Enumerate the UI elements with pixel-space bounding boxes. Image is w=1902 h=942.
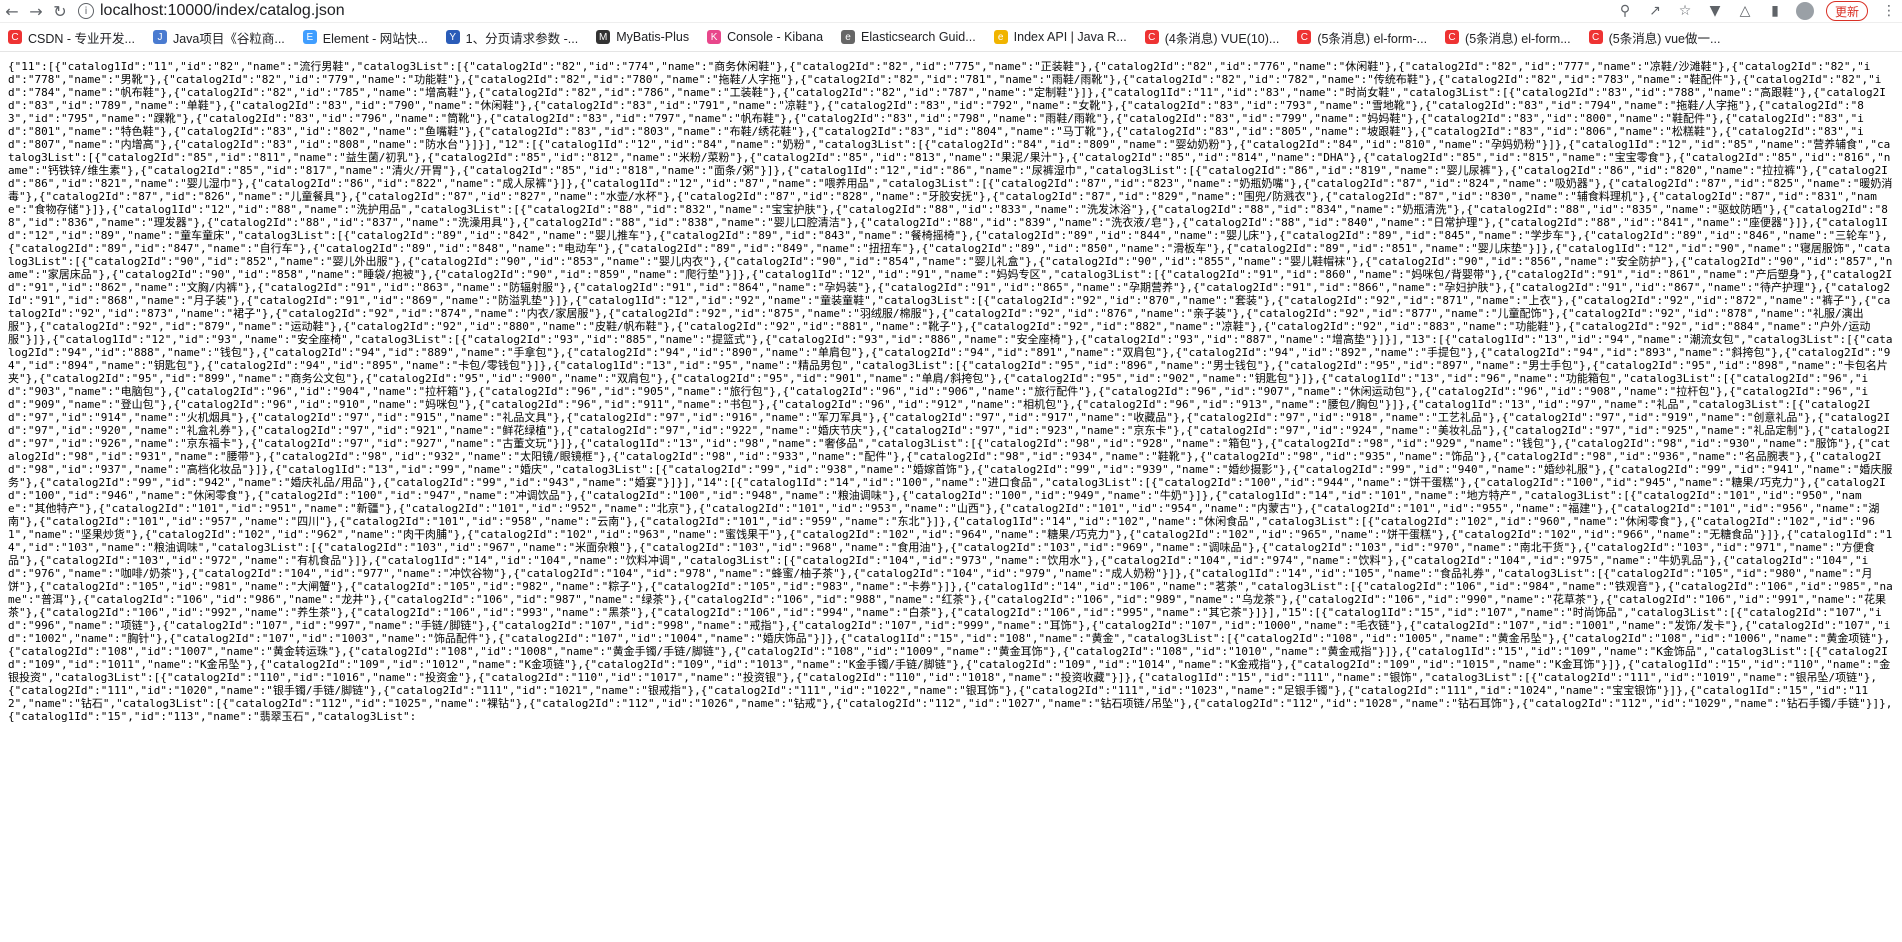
bookmarks-bar: C CSDN - 专业开发... J Java项目《谷粒商... E Element … — [0, 23, 1902, 52]
csdn-icon: C — [1144, 30, 1159, 44]
bookmark-item[interactable]: C (5条消息) el-form-... — [1297, 28, 1427, 47]
bookmark-label: (5条消息) vue做一... — [1608, 31, 1721, 46]
profile-avatar[interactable] — [1795, 2, 1814, 20]
bookmark-label: Index API | Java R... — [1013, 30, 1127, 44]
bookmark-item[interactable]: M MyBatis-Plus — [596, 30, 689, 44]
update-button[interactable]: 更新 — [1825, 1, 1868, 21]
bookmark-item[interactable]: C (4条消息) VUE(10)... — [1144, 28, 1280, 47]
elastic-icon: e — [841, 30, 856, 44]
bookmark-label: Console - Kibana — [727, 30, 824, 44]
share-icon[interactable]: ↗ — [1646, 2, 1664, 20]
elastic-icon: e — [993, 30, 1008, 44]
forward-icon[interactable]: → — [24, 0, 48, 22]
page-content: {"11":[{"catalog1Id":"11","id":"82","nam… — [0, 52, 1902, 940]
bookmark-item[interactable]: K Console - Kibana — [707, 30, 823, 44]
bookmark-item[interactable]: C (5条消息) vue做一... — [1588, 28, 1721, 47]
bookmark-label: MyBatis-Plus — [616, 30, 690, 44]
csdn-icon: C — [1445, 30, 1460, 44]
bookmark-label: Elasticsearch Guid... — [861, 30, 976, 44]
url-text[interactable]: localhost:10000/index/catalog.json — [100, 2, 345, 20]
bookmark-label: (5条消息) el-form-... — [1317, 31, 1428, 46]
bookmark-folder-icon: J — [152, 30, 167, 44]
browser-toolbar: ← → ↻ i localhost:10000/index/catalog.js… — [0, 0, 1902, 23]
zoom-icon[interactable]: ⚲ — [1616, 2, 1634, 20]
side-panel-icon[interactable]: ▮ — [1766, 2, 1784, 20]
mybatis-icon: M — [596, 30, 611, 44]
site-info-icon[interactable]: i — [78, 3, 94, 19]
extension-icon[interactable]: ▼ — [1706, 2, 1724, 20]
bookmark-label: (5条消息) el-form... — [1465, 31, 1571, 46]
kibana-icon: K — [707, 30, 722, 44]
bookmark-item[interactable]: e Index API | Java R... — [993, 30, 1127, 44]
bookmark-label: Java项目《谷粒商... — [172, 31, 285, 46]
bookmark-item[interactable]: C (5条消息) el-form... — [1445, 28, 1571, 47]
bookmark-item[interactable]: e Elasticsearch Guid... — [841, 30, 976, 44]
address-bar[interactable]: i localhost:10000/index/catalog.json — [72, 0, 1616, 22]
bookmark-star-icon[interactable]: ☆ — [1676, 2, 1694, 20]
extensions-puzzle-icon[interactable]: △ — [1736, 2, 1754, 20]
bookmark-label: 1、分页请求参数 -... — [465, 31, 579, 46]
bookmark-item[interactable]: Y 1、分页请求参数 -... — [445, 28, 579, 47]
reload-icon[interactable]: ↻ — [48, 0, 72, 22]
bookmark-item[interactable]: J Java项目《谷粒商... — [152, 28, 285, 47]
back-icon[interactable]: ← — [0, 0, 24, 22]
bookmark-label: (4条消息) VUE(10)... — [1164, 31, 1280, 46]
doc-icon: Y — [445, 30, 460, 44]
json-response-text: {"11":[{"catalog1Id":"11","id":"82","nam… — [8, 60, 1893, 723]
toolbar-actions: ⚲ ↗ ☆ ▼ △ ▮ 更新 ⋮ — [1616, 1, 1902, 21]
csdn-icon: C — [8, 30, 22, 44]
bookmark-item[interactable]: C CSDN - 专业开发... — [8, 28, 135, 47]
bookmark-label: CSDN - 专业开发... — [28, 31, 135, 46]
csdn-icon: C — [1588, 30, 1603, 44]
bookmark-item[interactable]: E Element - 网站快... — [302, 28, 428, 47]
csdn-icon: C — [1297, 30, 1312, 44]
element-icon: E — [302, 30, 317, 44]
bookmark-label: Element - 网站快... — [322, 31, 428, 46]
menu-icon[interactable]: ⋮ — [1880, 2, 1898, 20]
